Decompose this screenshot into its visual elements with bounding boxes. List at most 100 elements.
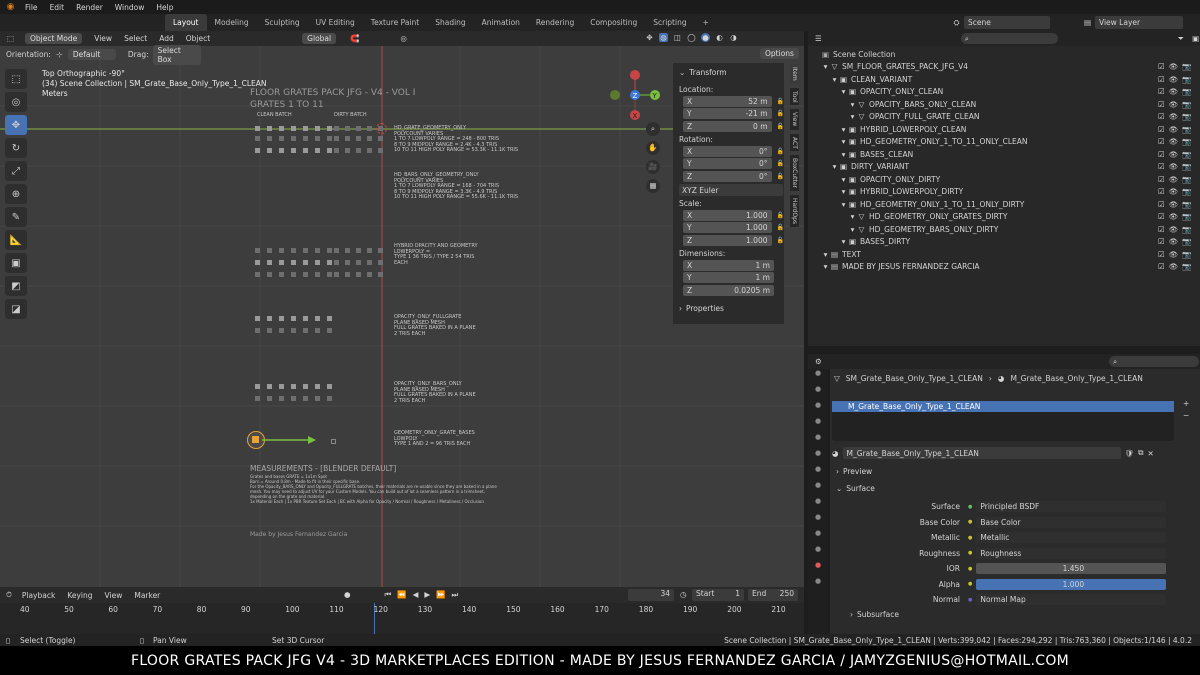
dimensions-y-field[interactable]: Y 1 m — [683, 272, 774, 283]
grate-mesh[interactable] — [303, 126, 308, 131]
dimensions-x-field[interactable]: X 1 m — [683, 259, 774, 271]
material-slot-list[interactable]: M_Grate_Base_Only_Type_1_CLEAN — [832, 401, 1174, 441]
data-tab-icon[interactable]: ● — [808, 545, 828, 561]
eye-icon[interactable]: 👁 — [1169, 237, 1179, 246]
grate-mesh[interactable] — [267, 136, 272, 141]
expand-arrow-icon[interactable]: ▾ — [839, 125, 848, 134]
socket-icon[interactable]: ● — [968, 535, 972, 541]
grate-mesh-dirty[interactable] — [356, 248, 361, 253]
grate-mesh-dirty[interactable] — [367, 260, 372, 265]
camera-icon[interactable]: 📷 — [1182, 125, 1191, 134]
outliner-editor-icon[interactable]: ☰ — [814, 34, 823, 43]
lock-icon[interactable]: 🔓 — [777, 160, 784, 167]
grate-mesh-dirty[interactable] — [334, 148, 339, 153]
camera-icon[interactable]: 📷 — [1182, 250, 1191, 259]
lock-icon[interactable]: 🔓 — [777, 237, 784, 244]
outliner-row[interactable]: ▾ ▣ OPACITY_ONLY_DIRTY ☑ 👁 📷 — [808, 173, 1200, 186]
grate-mesh-dirty[interactable] — [378, 136, 383, 141]
expand-arrow-icon[interactable]: ▾ — [848, 100, 857, 109]
expand-arrow-icon[interactable]: ▾ — [839, 150, 848, 159]
material-browse-icon[interactable]: ◕ — [832, 449, 839, 458]
grate-mesh[interactable] — [303, 148, 308, 153]
eye-icon[interactable]: 👁 — [1169, 112, 1179, 121]
preview-section[interactable]: › Preview — [836, 467, 1200, 476]
tab-modeling[interactable]: Modeling — [207, 14, 257, 31]
outliner-row[interactable]: ▾ ▣ OPACITY_ONLY_CLEAN ☑ 👁 📷 — [808, 86, 1200, 99]
grate-mesh[interactable] — [255, 396, 260, 401]
socket-icon[interactable]: ● — [968, 581, 972, 587]
gizmo-toggle-icon[interactable]: ✥ — [645, 33, 654, 42]
property-value-field[interactable]: Roughness — [976, 547, 1167, 559]
snap-icon[interactable]: 🧲 — [350, 34, 359, 43]
rotation-x-field[interactable]: X 0° — [683, 145, 772, 157]
editor-type-icon[interactable]: ⬚ — [6, 34, 15, 43]
outliner-row[interactable]: ▾ ▽ SM_FLOOR_GRATES_PACK_JFG_V4 ☑ 👁 📷 — [808, 61, 1200, 74]
checkbox-icon[interactable]: ☑ — [1158, 262, 1165, 271]
pan-hand-icon[interactable]: ✋ — [646, 141, 660, 155]
checkbox-icon[interactable]: ☑ — [1158, 100, 1165, 109]
surface-section[interactable]: ⌄ Surface — [836, 484, 1200, 493]
grate-mesh-dirty[interactable] — [345, 272, 350, 277]
socket-icon[interactable]: ● — [968, 504, 972, 510]
grate-mesh[interactable] — [291, 328, 296, 333]
grate-mesh[interactable] — [255, 272, 260, 277]
grate-mesh-dirty[interactable] — [356, 272, 361, 277]
material-name-field[interactable]: M_Grate_Base_Only_Type_1_CLEAN — [842, 447, 1121, 459]
modifier-tab-icon[interactable]: ● — [808, 481, 828, 497]
outliner-row[interactable]: ▣ Scene Collection — [808, 48, 1200, 61]
socket-icon[interactable]: ● — [968, 519, 972, 525]
eye-icon[interactable]: 👁 — [1169, 125, 1179, 134]
checkbox-icon[interactable]: ☑ — [1158, 125, 1165, 134]
grate-mesh[interactable] — [327, 248, 332, 253]
rendered-shading-icon[interactable]: ◑ — [729, 33, 738, 42]
grate-mesh[interactable] — [291, 384, 296, 389]
navigation-gizmo[interactable]: Y Z X — [608, 69, 664, 125]
outliner-row[interactable]: ▾ ▽ HD_GEOMETRY_BARS_ONLY_DIRTY ☑ 👁 📷 — [808, 223, 1200, 236]
menu-window[interactable]: Window — [115, 3, 145, 12]
render-tab-icon[interactable]: ● — [808, 385, 828, 401]
outliner-row[interactable]: ▾ ▣ CLEAN_VARIANT ☑ 👁 📷 — [808, 73, 1200, 86]
checkbox-icon[interactable]: ☑ — [1158, 250, 1165, 259]
grate-mesh[interactable] — [255, 260, 260, 265]
grate-mesh[interactable] — [279, 328, 284, 333]
grate-mesh-dirty[interactable] — [334, 126, 339, 131]
eye-icon[interactable]: 👁 — [1169, 100, 1179, 109]
grate-mesh[interactable] — [303, 384, 308, 389]
expand-arrow-icon[interactable]: ▾ — [848, 225, 857, 234]
expand-arrow-icon[interactable]: ▾ — [839, 187, 848, 196]
constraints-tab-icon[interactable]: ● — [808, 529, 828, 545]
grate-mesh[interactable] — [267, 272, 272, 277]
tab-rendering[interactable]: Rendering — [528, 14, 582, 31]
grate-mesh[interactable] — [327, 272, 332, 277]
options-button[interactable]: Options — [760, 48, 799, 59]
camera-icon[interactable]: 📷 — [1182, 162, 1191, 171]
grate-mesh-dirty[interactable] — [345, 148, 350, 153]
camera-icon[interactable]: 📷 — [1182, 62, 1191, 71]
viewport-menu-object[interactable]: Object — [186, 34, 210, 43]
outliner-search[interactable]: ⌕ — [960, 33, 1059, 44]
grate-mesh[interactable] — [327, 316, 332, 321]
checkbox-icon[interactable]: ☑ — [1158, 75, 1165, 84]
camera-icon[interactable]: 📷 — [1182, 212, 1191, 221]
eye-icon[interactable]: 👁 — [1169, 162, 1179, 171]
camera-icon[interactable]: 📷 — [1182, 187, 1191, 196]
grate-mesh[interactable] — [279, 316, 284, 321]
checkbox-icon[interactable]: ☑ — [1158, 162, 1165, 171]
checkbox-icon[interactable]: ☑ — [1158, 137, 1165, 146]
move-gizmo-x[interactable] — [262, 435, 322, 445]
lock-icon[interactable]: 🔓 — [777, 224, 784, 231]
expand-arrow-icon[interactable]: ▾ — [830, 75, 839, 84]
eye-icon[interactable]: 👁 — [1169, 62, 1179, 71]
grate-mesh-dirty[interactable] — [378, 248, 383, 253]
camera-icon[interactable]: 📷 — [1182, 225, 1191, 234]
grate-mesh[interactable] — [279, 248, 284, 253]
scene-selector[interactable]: ⛭ Scene — [952, 16, 1050, 29]
camera-icon[interactable]: 📷 — [1182, 237, 1191, 246]
grate-mesh-dirty[interactable] — [378, 260, 383, 265]
tool-tab-icon[interactable]: ● — [808, 369, 828, 385]
sidebar-tab-boxcutter[interactable]: BoxCutter — [790, 155, 799, 192]
grate-mesh[interactable] — [315, 126, 320, 131]
subsurface-section[interactable]: › Subsurface — [850, 610, 1200, 619]
eye-icon[interactable]: 👁 — [1169, 87, 1179, 96]
grate-mesh[interactable] — [303, 260, 308, 265]
